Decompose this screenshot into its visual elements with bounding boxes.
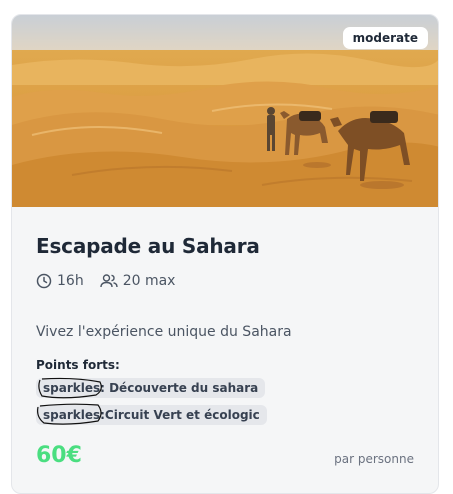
- capacity-value: 20 max: [122, 273, 176, 289]
- price-unit: par personne: [334, 452, 414, 466]
- trip-title: Escapade au Sahara: [36, 234, 260, 258]
- highlight-chip: sparkles: Découverte du sahara: [36, 378, 266, 398]
- trip-card[interactable]: moderate Escapade au Sahara 16h 20 max V…: [11, 14, 439, 494]
- difficulty-badge: moderate: [342, 27, 428, 49]
- trip-meta: 16h 20 max: [36, 273, 191, 289]
- capacity: 20 max: [99, 273, 176, 289]
- duration: 16h: [36, 273, 84, 289]
- hero-image: moderate: [12, 15, 438, 207]
- duration-value: 16h: [57, 273, 84, 289]
- highlights-label: Points forts:: [36, 358, 120, 372]
- clock-icon: [36, 273, 52, 289]
- price: 60€: [36, 443, 82, 468]
- users-icon: [99, 274, 118, 288]
- highlight-chip: sparkles:Circuit Vert et écologic: [36, 405, 267, 425]
- card-content: Escapade au Sahara 16h 20 max Vivez l'ex…: [36, 207, 414, 493]
- trip-description: Vivez l'expérience unique du Sahara: [36, 324, 292, 340]
